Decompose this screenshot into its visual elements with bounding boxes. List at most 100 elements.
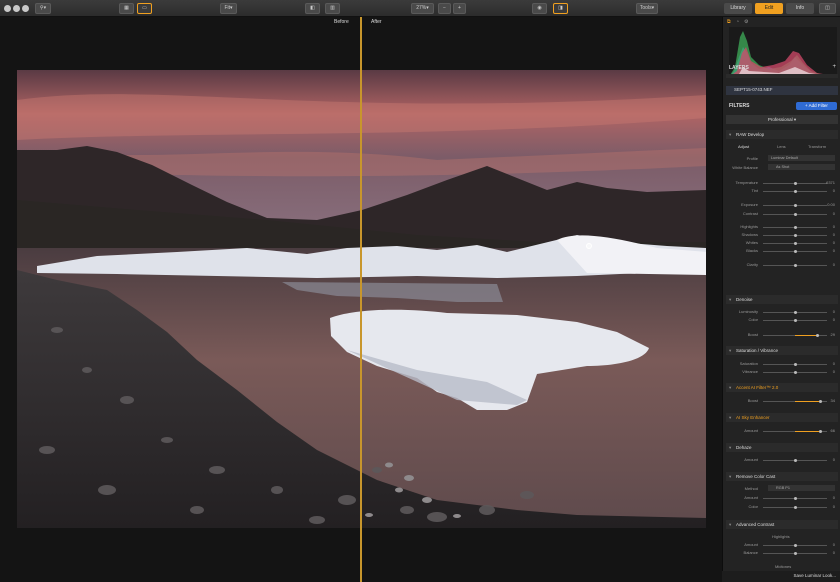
slider-handle[interactable]: [793, 249, 797, 253]
method-dropdown[interactable]: RGB P1: [768, 485, 835, 491]
grid-view-button[interactable]: ▦: [119, 3, 134, 14]
filter-advanced-contrast-header[interactable]: Advanced Contrast: [726, 520, 838, 529]
tab-adjust[interactable]: Adjust: [738, 144, 749, 149]
window-close-button[interactable]: [4, 5, 11, 12]
zoom-fit-button[interactable]: Fit▾: [220, 3, 237, 14]
slider-value: 0: [832, 495, 835, 500]
window-minimize-button[interactable]: [13, 5, 20, 12]
filter-saturation-header[interactable]: Saturation / Vibrance: [726, 346, 838, 355]
slider-label: Temperature: [735, 180, 758, 185]
slider-handle[interactable]: [793, 189, 797, 193]
slider-label: Luminosity: [738, 309, 758, 314]
slider-track[interactable]: [763, 263, 827, 267]
workspace-dropdown[interactable]: Professional ▾: [726, 115, 838, 124]
slider-handle[interactable]: [793, 310, 797, 314]
slider-handle[interactable]: [793, 241, 797, 245]
slider-label: Highlights: [740, 224, 758, 229]
slider-label: Balance: [743, 550, 758, 555]
layer-name: SEPT15-0743.NEF: [734, 87, 773, 92]
tab-transform[interactable]: Transform: [808, 144, 826, 149]
panel-toggle-button[interactable]: ◫: [819, 3, 836, 14]
slider-handle[interactable]: [793, 181, 797, 185]
zoom-in-button[interactable]: +: [453, 3, 466, 14]
slider-value: 0: [832, 262, 835, 267]
zoom-level-dropdown[interactable]: 27%▾: [411, 3, 434, 14]
slider-row: Saturation 0: [726, 361, 838, 367]
slider-handle[interactable]: [793, 318, 797, 322]
white-balance-dropdown[interactable]: As Shot: [768, 164, 835, 170]
slider-track[interactable]: [763, 181, 827, 185]
preview-toggle-button[interactable]: ◉: [532, 3, 547, 14]
slider-handle[interactable]: [793, 543, 797, 547]
add-filter-button[interactable]: + Add Filter: [796, 102, 837, 110]
panel-footer: Save Luminar Look...: [722, 571, 840, 582]
slider-handle[interactable]: [793, 203, 797, 207]
filter-dehaze-header[interactable]: Dehaze: [726, 443, 838, 452]
layers-icon[interactable]: ⧉: [727, 19, 731, 25]
filter-accent-ai-header[interactable]: Accent AI Filter™ 2.0: [726, 383, 838, 392]
layer-row[interactable]: SEPT15-0743.NEF: [726, 86, 838, 95]
slider-track[interactable]: [763, 551, 827, 555]
slider-handle[interactable]: [793, 551, 797, 555]
slider-value: 0: [832, 248, 835, 253]
history-icon[interactable]: ◔: [736, 19, 739, 25]
slider-track[interactable]: [763, 399, 827, 403]
slider-track[interactable]: [763, 225, 827, 229]
slider-track[interactable]: [763, 310, 827, 314]
slider-track[interactable]: [763, 505, 827, 509]
zoom-out-button[interactable]: −: [438, 3, 451, 14]
window-zoom-button[interactable]: [22, 5, 29, 12]
slider-row: Boost 34: [726, 398, 838, 404]
slider-track[interactable]: [763, 249, 827, 253]
slider-track[interactable]: [763, 189, 827, 193]
tab-lens[interactable]: Lens: [777, 144, 786, 149]
slider-track[interactable]: [763, 370, 827, 374]
slider-handle[interactable]: [815, 333, 819, 337]
slider-handle[interactable]: [793, 225, 797, 229]
slider-track[interactable]: [763, 362, 827, 366]
slider-handle[interactable]: [793, 370, 797, 374]
slider-handle[interactable]: [793, 233, 797, 237]
filter-color-cast-header[interactable]: Remove Color Cast: [726, 472, 838, 481]
slider-track[interactable]: [763, 241, 827, 245]
slider-handle[interactable]: [793, 505, 797, 509]
filter-ai-sky-header[interactable]: AI Sky Enhancer: [726, 413, 838, 422]
tab-library[interactable]: Library: [724, 3, 752, 14]
slider-handle[interactable]: [793, 263, 797, 267]
compare-view-button[interactable]: ◧: [305, 3, 320, 14]
slider-handle[interactable]: [793, 496, 797, 500]
slider-track[interactable]: [763, 543, 827, 547]
slider-track[interactable]: [763, 212, 827, 216]
photo-preview[interactable]: [17, 70, 706, 528]
filter-raw-develop-header[interactable]: RAW Develop: [726, 130, 838, 139]
slider-value: 0: [832, 317, 835, 322]
before-after-button[interactable]: ◨: [553, 3, 568, 14]
slider-track[interactable]: [763, 496, 827, 500]
slider-track[interactable]: [763, 318, 827, 322]
side-by-side-button[interactable]: ▥: [325, 3, 340, 14]
slider-track[interactable]: [763, 458, 827, 462]
save-look-button[interactable]: Save Luminar Look...: [793, 573, 836, 578]
slider-track[interactable]: [763, 333, 827, 337]
before-after-divider[interactable]: [360, 17, 362, 582]
slider-value: 0: [832, 361, 835, 366]
profile-dropdown[interactable]: Luminar Default: [768, 155, 835, 161]
user-menu-button[interactable]: ⚲▾: [35, 3, 51, 14]
slider-value: 0: [832, 309, 835, 314]
slider-track[interactable]: [763, 203, 827, 207]
slider-handle[interactable]: [793, 458, 797, 462]
tools-button[interactable]: Tools▾: [636, 3, 658, 14]
slider-handle[interactable]: [819, 399, 823, 403]
gear-icon[interactable]: ⚙: [744, 19, 748, 25]
slider-handle[interactable]: [793, 362, 797, 366]
tab-edit[interactable]: Edit: [755, 3, 783, 14]
slider-track[interactable]: [763, 429, 827, 433]
add-layer-button[interactable]: +: [832, 64, 836, 70]
single-view-button[interactable]: ▭: [137, 3, 152, 14]
filter-denoise-header[interactable]: Denoise: [726, 295, 838, 304]
slider-row: Amount 66: [726, 428, 838, 434]
slider-handle[interactable]: [793, 212, 797, 216]
slider-handle[interactable]: [819, 429, 823, 433]
slider-track[interactable]: [763, 233, 827, 237]
tab-info[interactable]: Info: [786, 3, 814, 14]
